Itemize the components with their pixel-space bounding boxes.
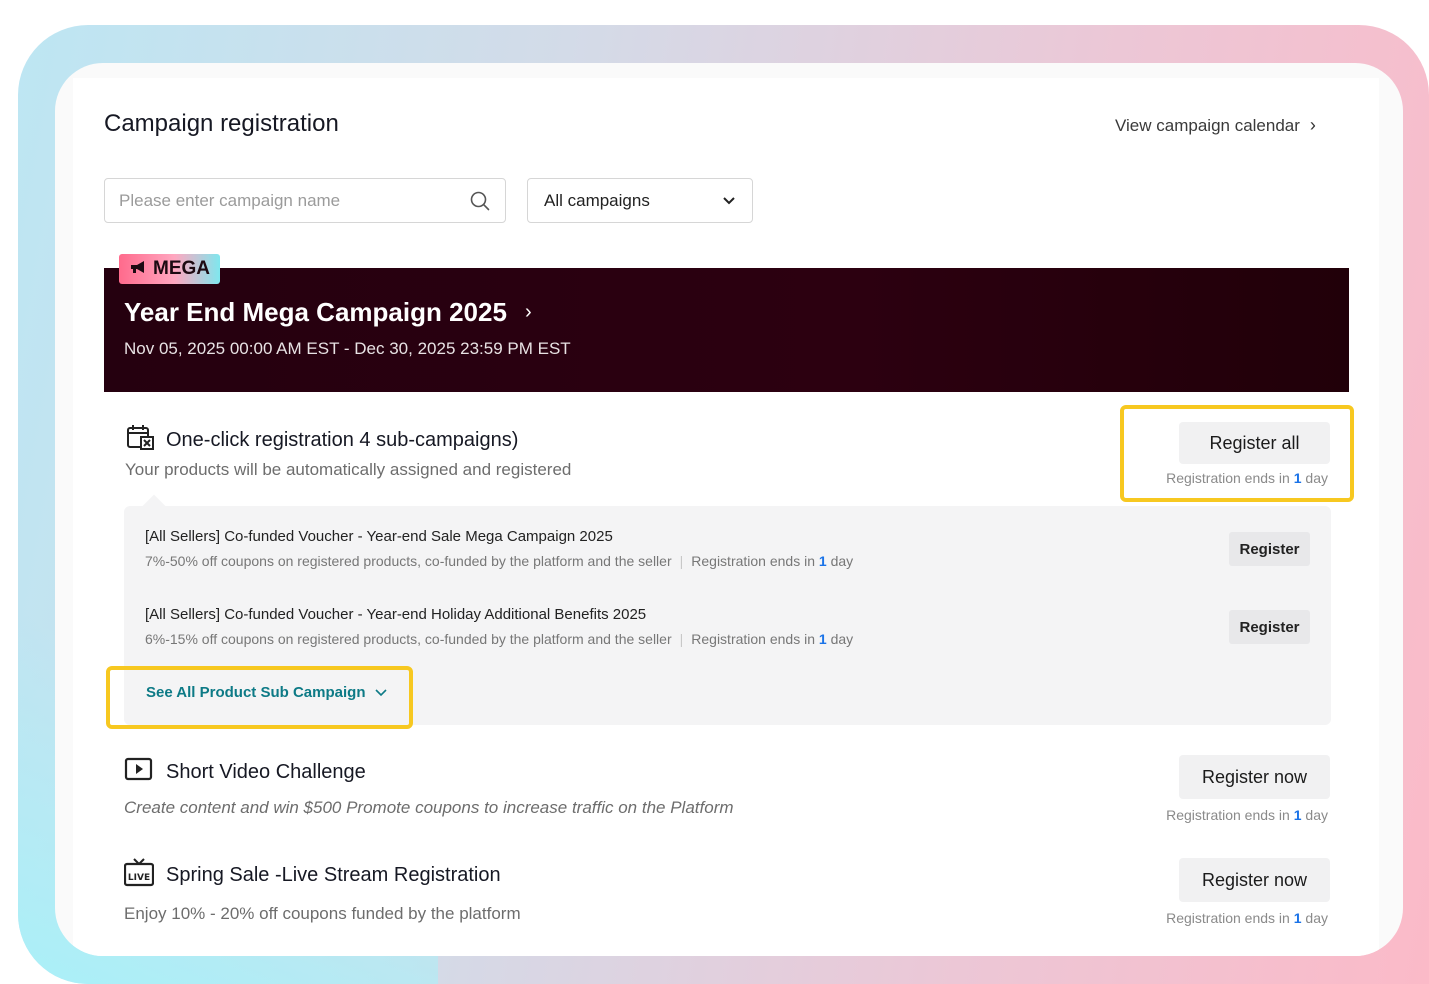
deadline-prefix: Registration ends in xyxy=(691,553,816,569)
mega-campaign-banner xyxy=(104,268,1349,392)
banner-title: Year End Mega Campaign 2025 xyxy=(124,297,507,327)
campaign-deadline: Registration ends in 1 day xyxy=(1140,910,1328,926)
search-icon[interactable] xyxy=(469,190,491,212)
chevron-down-icon xyxy=(375,684,388,701)
campaign-heading: Short Video Challenge xyxy=(124,756,366,788)
sub-campaign-desc-text: 7%-50% off coupons on registered product… xyxy=(145,553,672,569)
see-all-sub-campaigns-link[interactable]: See All Product Sub Campaign xyxy=(146,684,388,701)
svg-text:LIVE: LIVE xyxy=(128,873,150,883)
deadline-number: 1 xyxy=(1293,807,1302,823)
live-tv-icon: LIVE xyxy=(123,857,155,893)
page-title: Campaign registration xyxy=(104,110,339,137)
register-button[interactable]: Register xyxy=(1229,610,1310,644)
sub-campaign-desc-text: 6%-15% off coupons on registered product… xyxy=(145,631,672,647)
mega-badge: MEGA xyxy=(119,254,220,284)
chevron-right-icon: › xyxy=(1309,115,1316,135)
chevron-right-icon: › xyxy=(524,301,532,323)
campaign-type-value: All campaigns xyxy=(544,190,650,210)
campaign-title: Short Video Challenge xyxy=(166,760,366,783)
deadline-prefix: Registration ends in xyxy=(1166,807,1290,823)
register-all-deadline: Registration ends in 1 day xyxy=(1140,470,1328,486)
calendar-register-icon xyxy=(126,424,154,456)
campaign-heading: LIVE Spring Sale -Live Stream Registrati… xyxy=(123,857,501,893)
campaign-type-select[interactable]: All campaigns xyxy=(527,178,753,223)
banner-dates: Nov 05, 2025 00:00 AM EST - Dec 30, 2025… xyxy=(124,339,571,358)
deadline-prefix: Registration ends in xyxy=(1166,910,1290,926)
search-input[interactable] xyxy=(119,190,469,211)
deadline-unit: day xyxy=(830,631,854,647)
deadline-prefix: Registration ends in xyxy=(1166,470,1290,486)
campaign-deadline: Registration ends in 1 day xyxy=(1140,807,1328,823)
campaign-description: Enjoy 10% - 20% off coupons funded by th… xyxy=(124,904,521,923)
deadline-unit: day xyxy=(830,553,854,569)
view-calendar-link[interactable]: View campaign calendar › xyxy=(1115,115,1316,136)
mega-badge-label: MEGA xyxy=(153,258,210,279)
see-all-label: See All Product Sub Campaign xyxy=(146,684,366,701)
megaphone-icon xyxy=(129,258,147,280)
deadline-number: 1 xyxy=(818,631,827,647)
deadline-unit: day xyxy=(1305,470,1328,486)
search-box[interactable] xyxy=(104,178,506,223)
one-click-heading: One-click registration 4 sub-campaigns) xyxy=(126,424,518,456)
deadline-number: 1 xyxy=(818,553,827,569)
deadline-number: 1 xyxy=(1293,910,1302,926)
chevron-down-icon xyxy=(722,191,736,211)
register-now-button[interactable]: Register now xyxy=(1179,755,1330,799)
deadline-unit: day xyxy=(1305,807,1328,823)
view-calendar-label: View campaign calendar xyxy=(1115,115,1300,135)
sub-campaign-description: 6%-15% off coupons on registered product… xyxy=(145,631,854,647)
deadline-unit: day xyxy=(1305,910,1328,926)
one-click-title: One-click registration 4 sub-campaigns) xyxy=(166,428,519,451)
one-click-description: Your products will be automatically assi… xyxy=(125,460,572,479)
deadline-number: 1 xyxy=(1293,470,1302,486)
banner-title-link[interactable]: Year End Mega Campaign 2025 › xyxy=(124,297,532,328)
register-button[interactable]: Register xyxy=(1229,532,1310,566)
sub-campaign-title: [All Sellers] Co-funded Voucher - Year-e… xyxy=(145,528,613,545)
register-now-button[interactable]: Register now xyxy=(1179,858,1330,902)
deadline-prefix: Registration ends in xyxy=(691,631,816,647)
video-play-icon xyxy=(124,756,154,788)
campaign-title: Spring Sale -Live Stream Registration xyxy=(166,863,501,886)
sub-campaign-description: 7%-50% off coupons on registered product… xyxy=(145,553,854,569)
register-all-button[interactable]: Register all xyxy=(1179,422,1330,464)
sub-campaign-title: [All Sellers] Co-funded Voucher - Year-e… xyxy=(145,606,647,623)
campaign-description: Create content and win $500 Promote coup… xyxy=(124,798,734,817)
